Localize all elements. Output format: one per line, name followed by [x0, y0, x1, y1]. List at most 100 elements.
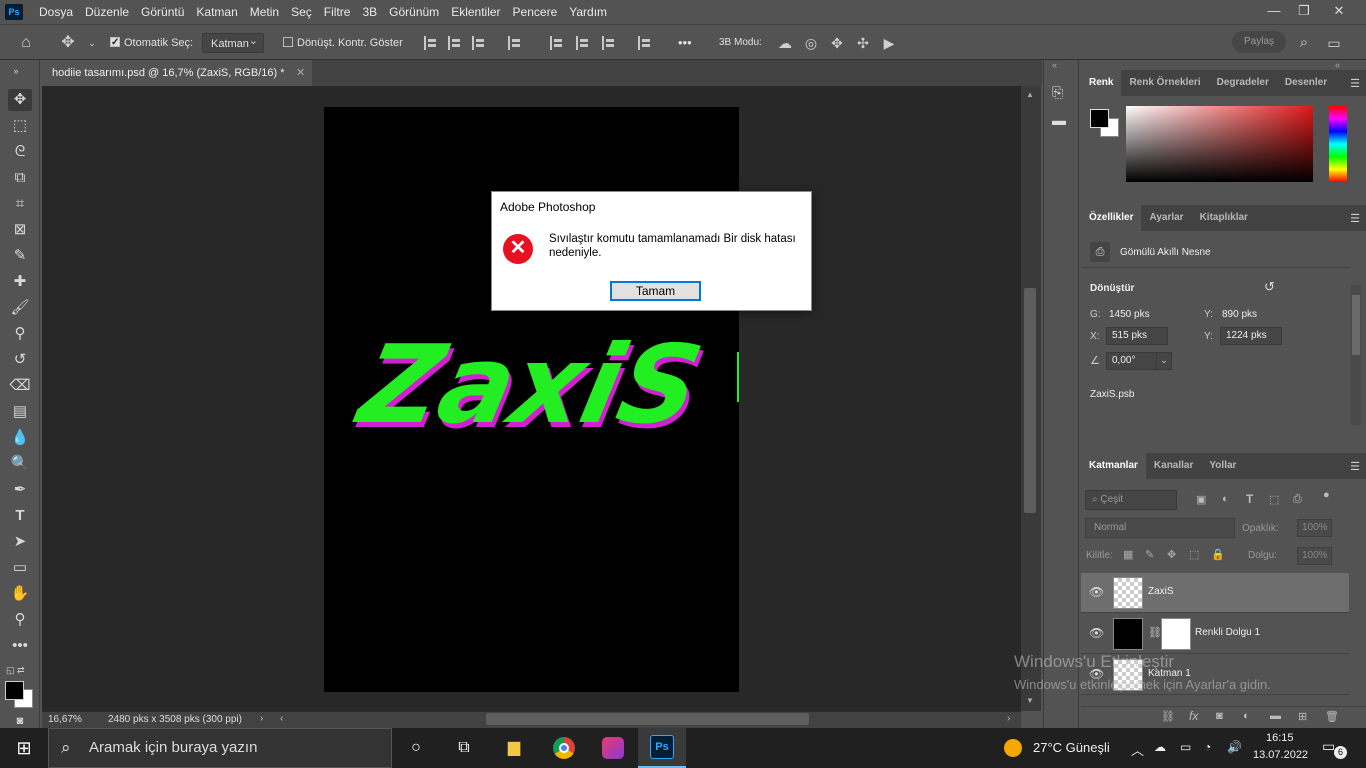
adjustment-layer-icon[interactable]: ◐ — [1243, 710, 1250, 722]
lock-transparent-icon[interactable]: ▦ — [1123, 548, 1133, 561]
wifi-icon[interactable]: ◔ — [1204, 740, 1211, 754]
3d-roll-icon[interactable]: ◎ — [803, 35, 819, 51]
tab-renk[interactable]: Renk — [1081, 70, 1122, 96]
more-options-button[interactable]: ••• — [678, 33, 692, 53]
scroll-right-icon[interactable]: › — [1007, 713, 1010, 724]
tab-ayarlar[interactable]: Ayarlar — [1141, 205, 1191, 231]
filter-shape-icon[interactable]: ⬚ — [1269, 493, 1279, 506]
taskbar-search-input[interactable]: ⌕ Aramak için buraya yazın — [48, 728, 392, 768]
scroll-down-icon[interactable]: ▼ — [1026, 696, 1034, 705]
layer-name[interactable]: Renkli Dolgu 1 — [1195, 627, 1260, 638]
menu-yardim[interactable]: Yardım — [563, 0, 613, 24]
move-tool-icon[interactable]: ✥ — [60, 35, 76, 51]
3d-pan-icon[interactable]: ✥ — [829, 35, 845, 51]
align-top-icon[interactable] — [550, 36, 564, 50]
zoom-tool-icon[interactable]: ⚲ — [8, 609, 32, 631]
close-icon[interactable]: ✕ — [1322, 0, 1356, 24]
chevron-down-icon[interactable]: ⌄ — [84, 35, 100, 51]
windows-start-icon[interactable]: ⊞ — [10, 734, 38, 762]
tab-yollar[interactable]: Yollar — [1201, 453, 1244, 479]
layer-filter-dropdown[interactable]: ⌕ Çeşit — [1085, 490, 1177, 510]
creative-cloud-icon[interactable] — [599, 734, 627, 762]
tab-katmanlar[interactable]: Katmanlar — [1081, 453, 1146, 479]
align-center-icon[interactable] — [448, 36, 462, 50]
document-info[interactable]: 2480 pks x 3508 pks (300 ppi) — [108, 714, 242, 725]
blur-tool-icon[interactable]: 💧 — [8, 427, 32, 449]
lock-position-icon[interactable]: ✥ — [1167, 548, 1176, 561]
chevron-up-icon[interactable]: ︿ — [1131, 740, 1144, 759]
align-left-icon[interactable] — [424, 36, 438, 50]
delete-layer-icon[interactable]: 🗑 — [1325, 710, 1339, 723]
distribute-icon[interactable] — [508, 36, 522, 50]
share-button[interactable]: Paylaş — [1232, 31, 1286, 53]
tab-ozellikler[interactable]: Özellikler — [1081, 205, 1142, 231]
opacity-input[interactable]: 100% — [1297, 519, 1332, 537]
visibility-eye-icon[interactable]: 👁 — [1089, 626, 1104, 640]
layer-row[interactable]: 👁 ⛓ Renkli Dolgu 1 — [1081, 614, 1349, 654]
distribute-vertical-icon[interactable] — [638, 36, 652, 50]
weather-sun-icon[interactable] — [1004, 739, 1022, 757]
filter-adjustment-icon[interactable]: ◐ — [1222, 493, 1229, 505]
3d-slide-icon[interactable]: ✣ — [855, 35, 871, 51]
photoshop-logo-icon[interactable]: Ps — [5, 4, 23, 20]
frame-tool-icon[interactable]: ⊠ — [8, 219, 32, 241]
3d-orbit-icon[interactable]: ☁ — [777, 35, 793, 51]
weather-text[interactable]: 27°C Güneşli — [1033, 740, 1110, 755]
layer-name[interactable]: ZaxiS — [1148, 586, 1174, 597]
fill-input[interactable]: 100% — [1297, 547, 1332, 565]
add-mask-icon[interactable]: ◙ — [1216, 710, 1223, 722]
x-input[interactable]: 515 pks — [1106, 327, 1168, 345]
auto-select-checkbox[interactable]: Otomatik Seç: — [110, 33, 193, 53]
notifications-icon[interactable]: ▭ 6 — [1322, 738, 1347, 759]
layer-row[interactable]: 👁 ZaxiS — [1081, 573, 1349, 613]
restore-icon[interactable]: ❐ — [1287, 0, 1321, 24]
filter-smart-object-icon[interactable]: ⎙ — [1293, 493, 1302, 506]
panel-foreground-swatch[interactable] — [1090, 109, 1109, 128]
clock-time[interactable]: 16:15 — [1266, 732, 1294, 744]
scroll-left-icon[interactable]: ‹ — [280, 713, 283, 724]
scroll-up-icon[interactable]: ▲ — [1026, 90, 1034, 99]
swap-colors-icon[interactable]: ◱ ⇄ — [6, 665, 25, 676]
expand-toolbar-icon[interactable]: » — [4, 60, 28, 82]
reset-transform-icon[interactable]: ↺ — [1264, 279, 1275, 295]
blend-mode-dropdown[interactable]: Normal — [1085, 518, 1235, 538]
hand-tool-icon[interactable]: ✋ — [8, 583, 32, 605]
new-layer-icon[interactable]: ⊞ — [1298, 710, 1307, 723]
tab-degradeler[interactable]: Degradeler — [1209, 70, 1277, 96]
layer-style-icon[interactable]: fx — [1189, 709, 1198, 723]
filter-toggle-icon[interactable]: ● — [1323, 489, 1330, 501]
chrome-icon[interactable] — [550, 734, 578, 762]
menu-gorunum[interactable]: Görünüm — [383, 0, 445, 24]
new-group-icon[interactable]: ▬ — [1270, 710, 1281, 722]
color-field[interactable] — [1126, 106, 1313, 182]
angle-input[interactable]: 0,00° — [1106, 352, 1158, 370]
crop-tool-icon[interactable]: ⌗ — [8, 193, 32, 215]
menu-sec[interactable]: Seç — [285, 0, 318, 24]
path-selection-tool-icon[interactable]: ➤ — [8, 531, 32, 553]
photoshop-taskbar-button[interactable]: Ps — [638, 728, 686, 768]
menu-3b[interactable]: 3B — [356, 0, 383, 24]
auto-select-dropdown[interactable]: Katman — [202, 31, 264, 53]
tab-kanallar[interactable]: Kanallar — [1146, 453, 1201, 479]
menu-duzenle[interactable]: Düzenle — [79, 0, 135, 24]
tab-kitapliklar[interactable]: Kitaplıklar — [1192, 205, 1256, 231]
horizontal-scroll-thumb[interactable] — [486, 713, 809, 725]
menu-dosya[interactable]: Dosya — [33, 0, 79, 24]
type-tool-icon[interactable]: T — [8, 505, 32, 527]
eyedropper-tool-icon[interactable]: ✎ — [8, 245, 32, 267]
foreground-color-swatch[interactable] — [5, 681, 24, 700]
lasso-tool-icon[interactable]: ᘓ — [8, 141, 32, 163]
search-icon[interactable]: ⌕ — [1296, 35, 1312, 51]
tab-desenler[interactable]: Desenler — [1277, 70, 1335, 96]
history-icon[interactable]: ⎘ — [1052, 84, 1063, 101]
angle-dropdown-icon[interactable]: ⌄ — [1156, 352, 1172, 370]
minimize-icon[interactable]: — — [1257, 0, 1291, 24]
gradient-tool-icon[interactable]: ▤ — [8, 401, 32, 423]
link-layers-icon[interactable]: ⛓ — [1161, 710, 1175, 723]
history-brush-tool-icon[interactable]: ↺ — [8, 349, 32, 371]
workspace-icon[interactable]: ▭ — [1326, 35, 1342, 51]
properties-scroll-thumb[interactable] — [1352, 295, 1360, 355]
vertical-scroll-thumb[interactable] — [1024, 288, 1036, 513]
menu-pencere[interactable]: Pencere — [507, 0, 564, 24]
object-select-tool-icon[interactable]: ⧉ — [8, 167, 32, 189]
